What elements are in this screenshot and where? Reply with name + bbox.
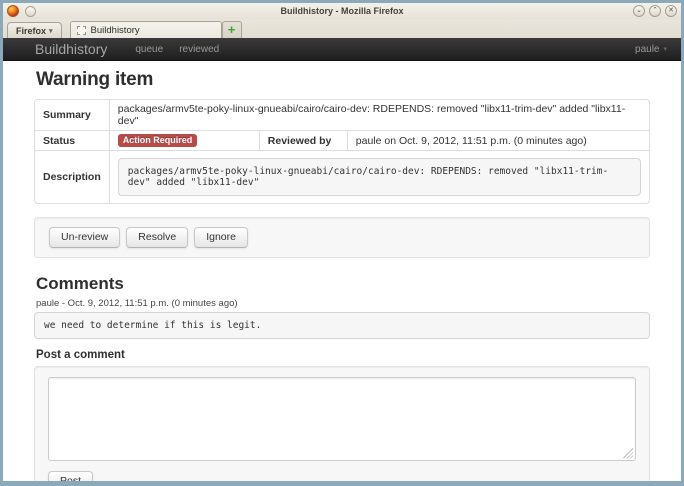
page-title: Warning item bbox=[36, 69, 650, 91]
status-cell: Action Required bbox=[109, 130, 259, 150]
nav-link-queue[interactable]: queue bbox=[135, 44, 163, 55]
description-cell: packages/armv5te-poky-linux-gnueabi/cair… bbox=[109, 150, 649, 203]
status-label: Status bbox=[35, 130, 109, 150]
tab-buildhistory[interactable]: Buildhistory bbox=[70, 21, 222, 38]
status-badge: Action Required bbox=[118, 134, 198, 147]
user-menu[interactable]: paule ▾ bbox=[635, 44, 667, 55]
window-titlebar: Buildhistory - Mozilla Firefox ⌄ ⌃ ✕ bbox=[3, 3, 681, 19]
tab-strip: Firefox ▾ Buildhistory + bbox=[3, 19, 681, 38]
window-title: Buildhistory - Mozilla Firefox bbox=[3, 6, 681, 16]
close-button[interactable]: ✕ bbox=[665, 5, 677, 17]
summary-label: Summary bbox=[35, 100, 109, 130]
post-button-row: Post bbox=[48, 471, 636, 483]
table-row-status: Status Action Required Reviewed by paule… bbox=[35, 130, 649, 150]
unreview-button[interactable]: Un-review bbox=[49, 227, 120, 248]
comments-heading: Comments bbox=[36, 274, 650, 294]
reviewed-by-label: Reviewed by bbox=[259, 130, 347, 150]
resize-grip-icon[interactable] bbox=[623, 448, 633, 458]
minimize-button[interactable]: ⌄ bbox=[633, 5, 645, 17]
navbar-brand[interactable]: Buildhistory bbox=[35, 41, 107, 57]
summary-value: packages/armv5te-poky-linux-gnueabi/cair… bbox=[109, 100, 649, 130]
post-button[interactable]: Post bbox=[48, 471, 93, 483]
post-comment-heading: Post a comment bbox=[36, 349, 650, 361]
comment-meta: paule - Oct. 9, 2012, 11:51 p.m. (0 minu… bbox=[36, 298, 650, 309]
nav-link-reviewed[interactable]: reviewed bbox=[179, 44, 219, 55]
table-row-description: Description packages/armv5te-poky-linux-… bbox=[35, 150, 649, 203]
firefox-logo-icon bbox=[7, 5, 19, 17]
warning-item-table: Summary packages/armv5te-poky-linux-gnue… bbox=[34, 99, 650, 204]
chevron-down-icon: ▾ bbox=[49, 27, 53, 35]
window-controls: ⌄ ⌃ ✕ bbox=[633, 5, 677, 17]
comment-text: we need to determine if this is legit. bbox=[34, 312, 650, 339]
user-menu-label: paule bbox=[635, 44, 659, 55]
tab-title: Buildhistory bbox=[91, 25, 140, 36]
firefox-window: Buildhistory - Mozilla Firefox ⌄ ⌃ ✕ Fir… bbox=[0, 0, 684, 486]
ignore-button[interactable]: Ignore bbox=[194, 227, 248, 248]
window-menu-button[interactable] bbox=[25, 6, 36, 17]
firefox-menu-button[interactable]: Firefox ▾ bbox=[7, 22, 62, 38]
favicon-placeholder-icon bbox=[77, 26, 86, 35]
browser-viewport: Warning item Summary packages/armv5te-po… bbox=[3, 61, 681, 483]
firefox-menu-label: Firefox bbox=[16, 26, 46, 36]
table-row-summary: Summary packages/armv5te-poky-linux-gnue… bbox=[35, 100, 649, 130]
comment-input[interactable] bbox=[48, 377, 636, 461]
post-comment-form: Post bbox=[34, 366, 650, 483]
description-label: Description bbox=[35, 150, 109, 203]
comment-item: paule - Oct. 9, 2012, 11:51 p.m. (0 minu… bbox=[34, 298, 650, 339]
review-actions: Un-review Resolve Ignore bbox=[34, 217, 650, 258]
chevron-down-icon: ▾ bbox=[663, 45, 667, 53]
description-code: packages/armv5te-poky-linux-gnueabi/cair… bbox=[118, 158, 641, 196]
maximize-button[interactable]: ⌃ bbox=[649, 5, 661, 17]
resolve-button[interactable]: Resolve bbox=[126, 227, 188, 248]
app-navbar: Buildhistory queue reviewed paule ▾ bbox=[3, 38, 681, 61]
new-tab-button[interactable]: + bbox=[222, 21, 242, 38]
reviewed-by-value: paule on Oct. 9, 2012, 11:51 p.m. (0 min… bbox=[347, 130, 649, 150]
